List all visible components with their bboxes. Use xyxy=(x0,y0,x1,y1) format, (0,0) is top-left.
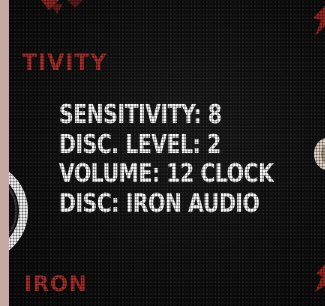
dial-ring-icon xyxy=(9,171,28,251)
spec-readout: SENSITIVITY: 8 DISC. LEVEL: 2 VOLUME: 12… xyxy=(59,100,274,219)
volume-line: VOLUME: 12 CLOCK xyxy=(59,159,274,189)
disc-line: DISC: IRON AUDIO xyxy=(59,188,260,219)
corner-mark-bottom-icon xyxy=(315,264,325,292)
product-panel: TIVITY SENSITIVITY: 8 DISC. LEVEL: 2 VOL… xyxy=(9,0,325,306)
brand-text-top: TIVITY xyxy=(22,51,108,76)
brand-text-bottom: IRON xyxy=(24,272,88,296)
sensitivity-line: SENSITIVITY: 8 xyxy=(59,100,222,130)
corner-mark-icon xyxy=(313,6,325,36)
knob-icon xyxy=(314,138,325,170)
disc-level-line: DISC. LEVEL: 2 xyxy=(59,129,221,160)
brand-logo-icon xyxy=(41,0,83,14)
